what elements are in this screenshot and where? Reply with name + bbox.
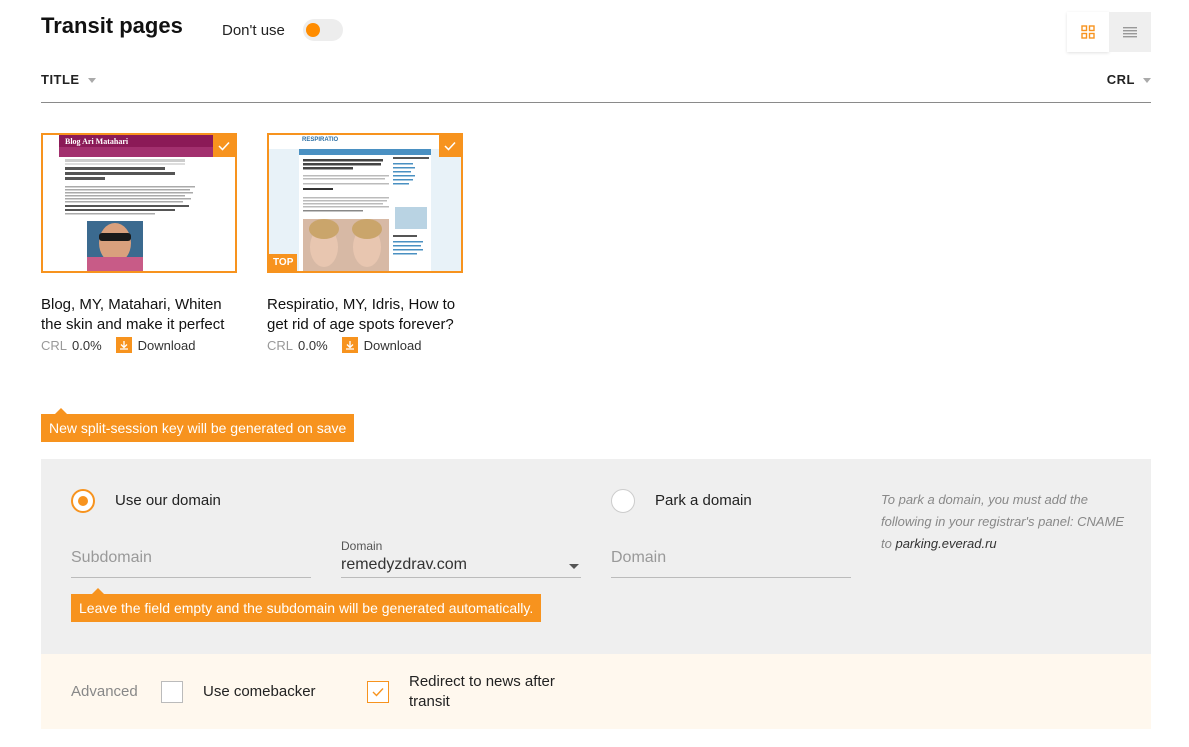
use-our-domain-radio[interactable] [71, 489, 95, 513]
crl-label: CRL [41, 337, 68, 353]
card-title: Respiratio, MY, Idris, How to get rid of… [267, 296, 456, 333]
sort-by-title[interactable]: TITLE [41, 72, 96, 87]
view-switch [1067, 12, 1151, 52]
download-icon[interactable] [341, 337, 358, 353]
sort-crl-label: CRL [1106, 72, 1135, 87]
park-domain-label: Park a domain [655, 492, 752, 509]
comebacker-label: Use comebacker [203, 683, 316, 700]
park-domain-radio[interactable] [611, 489, 635, 513]
park-domain-field [611, 545, 851, 578]
crl-value: 0.0% [298, 337, 328, 353]
download-icon[interactable] [115, 337, 132, 353]
card-title: Blog, MY, Matahari, Whiten the skin and … [41, 296, 225, 333]
card-meta: CRL 0.0% Download [41, 337, 237, 353]
check-icon [372, 688, 384, 697]
use-our-domain-label: Use our domain [115, 492, 221, 509]
dont-use-label: Don't use [222, 22, 285, 39]
sort-bar: TITLE CRL [41, 70, 1151, 103]
park-domain-input[interactable] [611, 545, 851, 571]
split-session-tooltip: New split-session key will be generated … [41, 408, 355, 442]
domain-select-value: remedyzdrav.com [341, 556, 467, 573]
list-icon [1123, 27, 1137, 38]
redirect-news-label: Redirect to news after transit [409, 673, 555, 710]
subdomain-tooltip: Leave the field empty and the subdomain … [71, 588, 542, 622]
list-view-button[interactable] [1109, 12, 1151, 52]
transit-page-card: RESPIRATIO TOP Respiratio, MY, Idris, Ho… [267, 133, 463, 353]
transit-page-thumbnail[interactable]: Blog Ari Matahari [41, 133, 237, 273]
toggle-knob [306, 23, 320, 37]
sort-title-label: TITLE [41, 72, 80, 87]
card-meta: CRL 0.0% Download [267, 337, 463, 353]
selected-check [439, 135, 461, 157]
grid-view-button[interactable] [1067, 12, 1109, 52]
advanced-label: Advanced [71, 683, 138, 700]
advanced-panel: Advanced Use comebacker Redirect to news… [41, 654, 1151, 729]
sort-by-crl[interactable]: CRL [1107, 72, 1151, 87]
domain-settings-panel: Use our domain Park a domain Domain reme… [41, 459, 1151, 654]
subdomain-input[interactable] [71, 545, 311, 571]
domain-select-label: Domain [341, 539, 383, 553]
selected-check [213, 135, 235, 157]
chevron-down-icon [569, 564, 579, 569]
thumb-header-text: RESPIRATIO [302, 137, 339, 143]
thumb-header-text: Blog Ari Matahari [65, 137, 129, 146]
download-link[interactable]: Download [364, 338, 422, 353]
radio-dot [78, 496, 88, 506]
page-title: Transit pages [41, 13, 183, 38]
dont-use-toggle[interactable] [303, 19, 343, 41]
download-link[interactable]: Download [138, 338, 196, 353]
check-icon [218, 141, 230, 151]
cname-value: parking.everad.ru [895, 536, 997, 551]
crl-value: 0.0% [72, 337, 102, 353]
grid-icon [1081, 25, 1095, 39]
page-preview-image [43, 135, 235, 271]
park-domain-note: To park a domain, you must add the follo… [881, 489, 1131, 555]
page-preview-image [269, 135, 461, 271]
redirect-news-checkbox[interactable] [367, 681, 389, 703]
page-header: Transit pages Don't use [41, 12, 1151, 52]
top-badge: TOP [269, 254, 298, 271]
check-icon [444, 141, 456, 151]
transit-page-card: Blog Ari Matahari Blog, MY, Matahari, Wh… [41, 133, 237, 353]
caret-down-icon [87, 78, 96, 84]
subdomain-field [71, 545, 311, 578]
transit-page-thumbnail[interactable]: RESPIRATIO TOP [267, 133, 463, 273]
caret-down-icon [1143, 78, 1151, 84]
domain-select[interactable]: Domain remedyzdrav.com [341, 539, 581, 578]
comebacker-checkbox[interactable] [161, 681, 183, 703]
crl-label: CRL [267, 337, 294, 353]
